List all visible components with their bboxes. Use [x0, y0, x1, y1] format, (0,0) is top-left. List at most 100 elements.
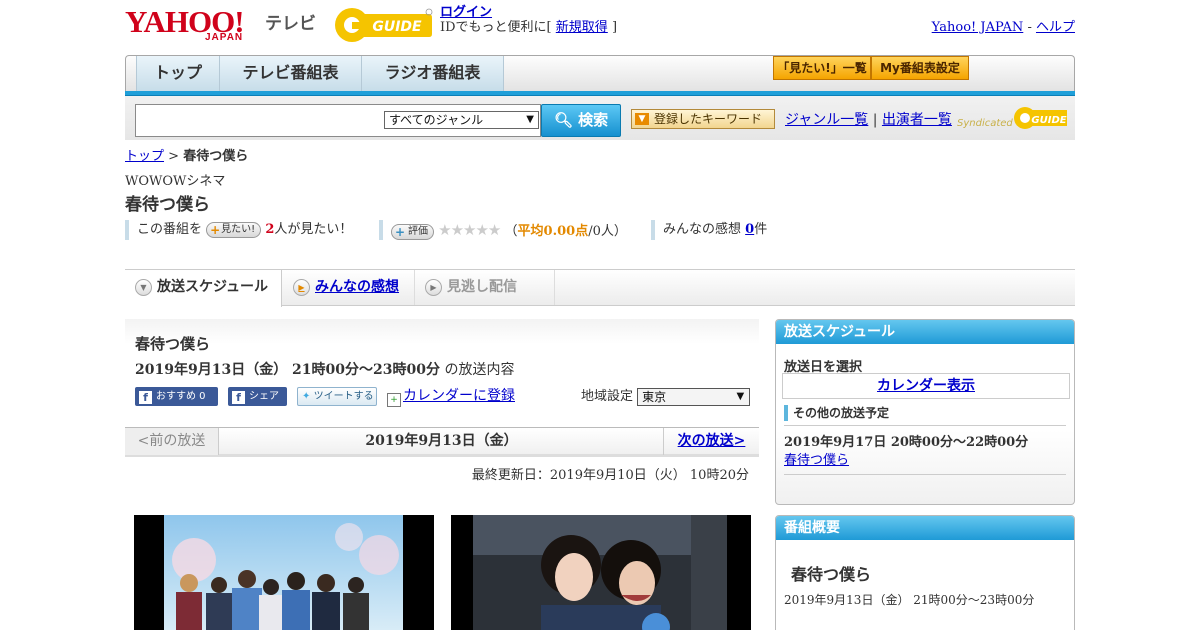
- login-hint-suffix: ]: [611, 20, 618, 35]
- login-link[interactable]: ログイン: [440, 5, 492, 20]
- tab-label: 放送スケジュール: [157, 279, 269, 295]
- want-count: 2: [265, 222, 275, 237]
- other-broadcast-datetime: 2019年9月17日 20時00分～22時00分: [784, 435, 1029, 450]
- search-button[interactable]: 🔍︎ 検索: [541, 104, 621, 137]
- rate-button[interactable]: + 評価: [391, 223, 434, 240]
- date-navigation: <前の放送 2019年9月13日（金） 次の放送>: [125, 427, 759, 457]
- masthead: YAHOO! JAPAN テレビ GUIDE ログイン IDでもっと便利に[ 新…: [125, 5, 1075, 50]
- facebook-recommend-button[interactable]: f おすすめ 0: [135, 387, 218, 406]
- calendar-view-button[interactable]: カレンダー表示: [782, 373, 1070, 399]
- cast-list-link[interactable]: 出演者一覧: [882, 112, 952, 128]
- login-hint-prefix: IDでもっと便利に[: [440, 20, 552, 35]
- want-button[interactable]: + 見たい!: [206, 221, 262, 238]
- genre-list-link[interactable]: ジャンル一覧: [785, 112, 868, 128]
- calendar-add-icon: +: [387, 393, 401, 407]
- avg-count: /0人）: [588, 224, 627, 239]
- current-broadcast-date: 2019年9月13日（金）: [365, 433, 518, 449]
- facebook-share-button[interactable]: f シェア: [228, 387, 287, 406]
- play-icon: ▶: [425, 279, 442, 296]
- region-setting: 地域設定 東京 ▼: [581, 387, 751, 407]
- rating-stars-icon: ★★★★★: [438, 221, 501, 239]
- page-title: 春待つ僕ら: [125, 195, 210, 215]
- want-suffix: 人が見たい！: [274, 222, 353, 237]
- other-broadcast-item: 春待つ僕ら: [784, 449, 849, 468]
- want-button-label: 見たい!: [221, 223, 256, 235]
- recommend-label: おすすめ 0: [156, 391, 206, 402]
- next-broadcast-label[interactable]: 次の放送>: [678, 433, 746, 449]
- tab-label: 見逃し配信: [447, 279, 517, 295]
- share-label: シェア: [249, 391, 279, 402]
- tab-broadcast-schedule[interactable]: ▼ 放送スケジュール: [125, 270, 282, 307]
- calendar-register: + カレンダーに登録: [387, 387, 515, 407]
- caret-down-icon: ▼: [526, 114, 534, 125]
- overview-time: 2019年9月13日（金） 21時00分～23時00分: [784, 593, 1035, 607]
- breadcrumb-home[interactable]: トップ: [125, 149, 164, 164]
- program-thumbnail-image[interactable]: [134, 515, 434, 630]
- plus-icon: +: [395, 224, 406, 239]
- rating-stat: + 評価 ★★★★★ （平均0.00点/0人）: [379, 220, 627, 240]
- region-select[interactable]: 東京 ▼: [637, 387, 751, 406]
- search-links: ジャンル一覧 | 出演者一覧: [785, 109, 952, 129]
- program-scene-image[interactable]: [451, 515, 751, 630]
- saved-keywords-button[interactable]: ▼ 登録したキーワード: [631, 109, 775, 129]
- tab-label: みんなの感想: [315, 279, 399, 295]
- syndicated-gguide-logo: Syndicated GUIDE: [957, 107, 1067, 129]
- broadcast-datetime: 2019年9月13日（金） 21時00分～23時00分: [135, 362, 440, 378]
- prev-broadcast-button[interactable]: <前の放送: [125, 428, 219, 455]
- breadcrumb-separator: >: [168, 149, 180, 164]
- genre-select-value: すべてのジャンル: [389, 113, 484, 127]
- last-updated: 最終更新日：2019年9月10日（火） 10時20分: [471, 468, 749, 483]
- plus-icon: +: [210, 222, 221, 237]
- facebook-icon: f: [139, 391, 152, 404]
- broadcast-title: 春待つ僕ら: [135, 335, 211, 353]
- divider: [784, 425, 1066, 426]
- divider: [784, 474, 1066, 475]
- yahoo-logo-japan: JAPAN: [205, 32, 244, 43]
- syndicated-text: Syndicated: [957, 118, 1013, 129]
- overview-sidebar-box: 番組概要 春待つ僕ら 2019年9月13日（金） 21時00分～23時00分: [775, 515, 1075, 630]
- tab-impressions[interactable]: ▶ みんなの感想: [283, 270, 415, 305]
- gguide-logo[interactable]: GUIDE: [333, 6, 433, 44]
- nav-tab-tv-schedule[interactable]: テレビ番組表: [220, 56, 362, 91]
- my-schedule-button[interactable]: My番組表設定: [871, 56, 969, 80]
- other-broadcast-title-link[interactable]: 春待つ僕ら: [784, 453, 849, 468]
- breadcrumb: トップ > 春待つ僕ら: [125, 145, 248, 164]
- schedule-sidebar-box: 放送スケジュール 放送日を選択 カレンダー表示 その他の放送予定 2019年9月…: [775, 319, 1075, 505]
- schedule-sidebar-heading: 放送スケジュール: [776, 320, 1074, 344]
- search-icon: 🔍︎: [553, 111, 573, 129]
- nav-tab-radio-schedule[interactable]: ラジオ番組表: [362, 56, 504, 91]
- breadcrumb-current: 春待つ僕ら: [183, 149, 249, 164]
- yahoo-japan-link[interactable]: Yahoo! JAPAN: [932, 20, 1024, 35]
- impressions-count[interactable]: 0: [745, 222, 754, 237]
- register-link[interactable]: 新規取得: [556, 20, 608, 35]
- chevron-down-icon: ▼: [135, 279, 152, 296]
- calendar-view-link[interactable]: カレンダー表示: [877, 378, 975, 394]
- tweet-button[interactable]: ✦ ツイートする: [297, 387, 377, 406]
- channel-name: WOWOWシネマ: [125, 174, 226, 189]
- nav-tab-top[interactable]: トップ: [136, 56, 220, 91]
- other-broadcasts-heading: その他の放送予定: [784, 405, 889, 421]
- broadcast-header: 春待つ僕ら 2019年9月13日（金） 21時00分～23時00分 の放送内容 …: [125, 319, 759, 424]
- calendar-register-link[interactable]: カレンダーに登録: [403, 388, 515, 404]
- link-divider: |: [872, 112, 878, 128]
- program-tabs: ▼ 放送スケジュール ▶ みんなの感想 ▶ 見逃し配信: [125, 269, 1075, 307]
- global-nav: トップ テレビ番組表 ラジオ番組表 「見たい!」一覧 My番組表設定: [125, 55, 1075, 91]
- tab-catchup[interactable]: ▶ 見逃し配信: [415, 270, 555, 305]
- broadcast-datetime-line: 2019年9月13日（金） 21時00分～23時00分 の放送内容: [135, 359, 514, 379]
- help-link[interactable]: ヘルプ: [1036, 20, 1075, 35]
- twitter-bird-icon: ✦: [302, 391, 311, 402]
- avg-open: （: [504, 224, 518, 239]
- tweet-label: ツイートする: [313, 391, 374, 402]
- svg-text:GUIDE: GUIDE: [372, 19, 422, 35]
- next-broadcast-link[interactable]: 次の放送>: [663, 428, 759, 455]
- impressions-label: みんなの感想: [663, 222, 742, 237]
- search-button-label: 検索: [578, 111, 609, 129]
- want-list-button[interactable]: 「見たい!」一覧: [773, 56, 871, 80]
- rate-button-label: 評価: [408, 225, 428, 237]
- program-stats: この番組を + 見たい! 2人が見たい！ + 評価 ★★★★★ （平均0.00点/0…: [125, 220, 825, 240]
- header-separator: -: [1027, 20, 1032, 35]
- region-label: 地域設定: [581, 389, 634, 404]
- broadcast-content: 春待つ僕ら 2019年9月13日（金） 21時00分～23時00分 の放送内容 …: [125, 319, 759, 630]
- genre-select[interactable]: すべてのジャンル ▼: [384, 111, 539, 129]
- impressions-stat: みんなの感想 0件: [651, 220, 767, 240]
